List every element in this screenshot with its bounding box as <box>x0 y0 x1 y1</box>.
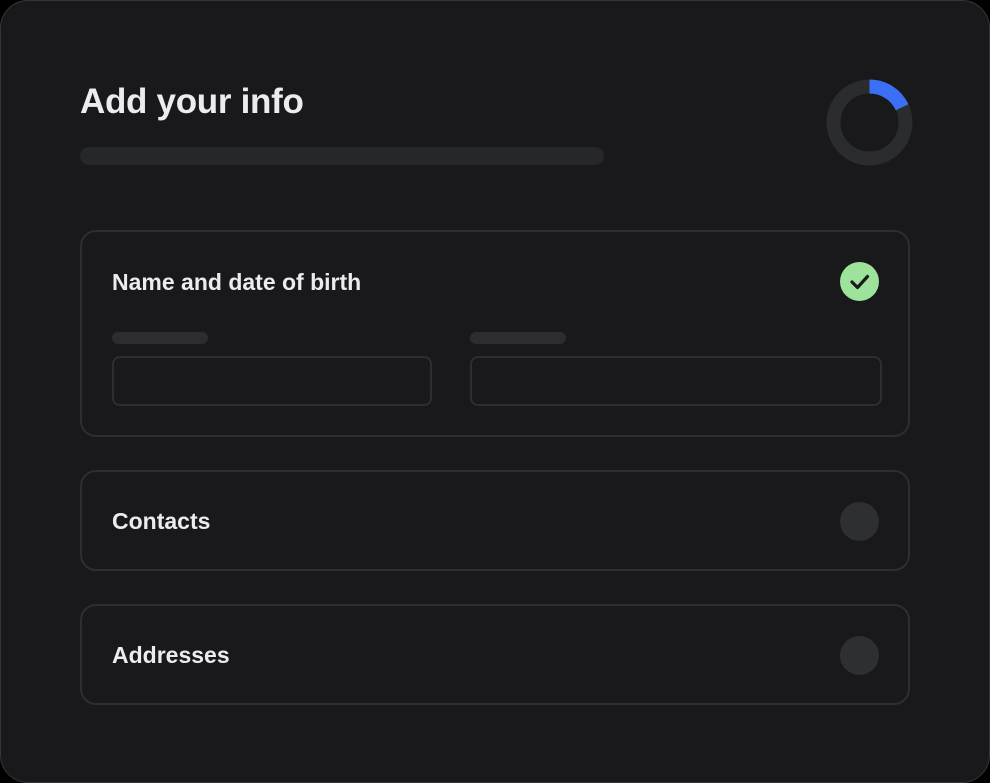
first-field-input[interactable] <box>112 356 432 406</box>
page-title: Add your info <box>80 82 304 121</box>
section-title: Contacts <box>112 508 211 534</box>
section-title: Name and date of birth <box>112 269 362 295</box>
status-complete <box>840 262 879 301</box>
status-incomplete <box>840 502 879 541</box>
progress-ring <box>826 79 913 166</box>
second-field-input[interactable] <box>470 356 882 406</box>
second-field-label <box>470 332 566 344</box>
status-incomplete <box>840 636 879 675</box>
first-field-label <box>112 332 208 344</box>
info-card: Add your info Name and date of birth Con… <box>0 0 990 783</box>
subtitle-placeholder <box>80 147 604 165</box>
section-contacts[interactable]: Contacts <box>80 470 910 571</box>
section-title: Addresses <box>112 642 230 668</box>
section-name-dob[interactable]: Name and date of birth <box>80 230 910 437</box>
section-addresses[interactable]: Addresses <box>80 604 910 705</box>
check-icon <box>850 274 870 290</box>
